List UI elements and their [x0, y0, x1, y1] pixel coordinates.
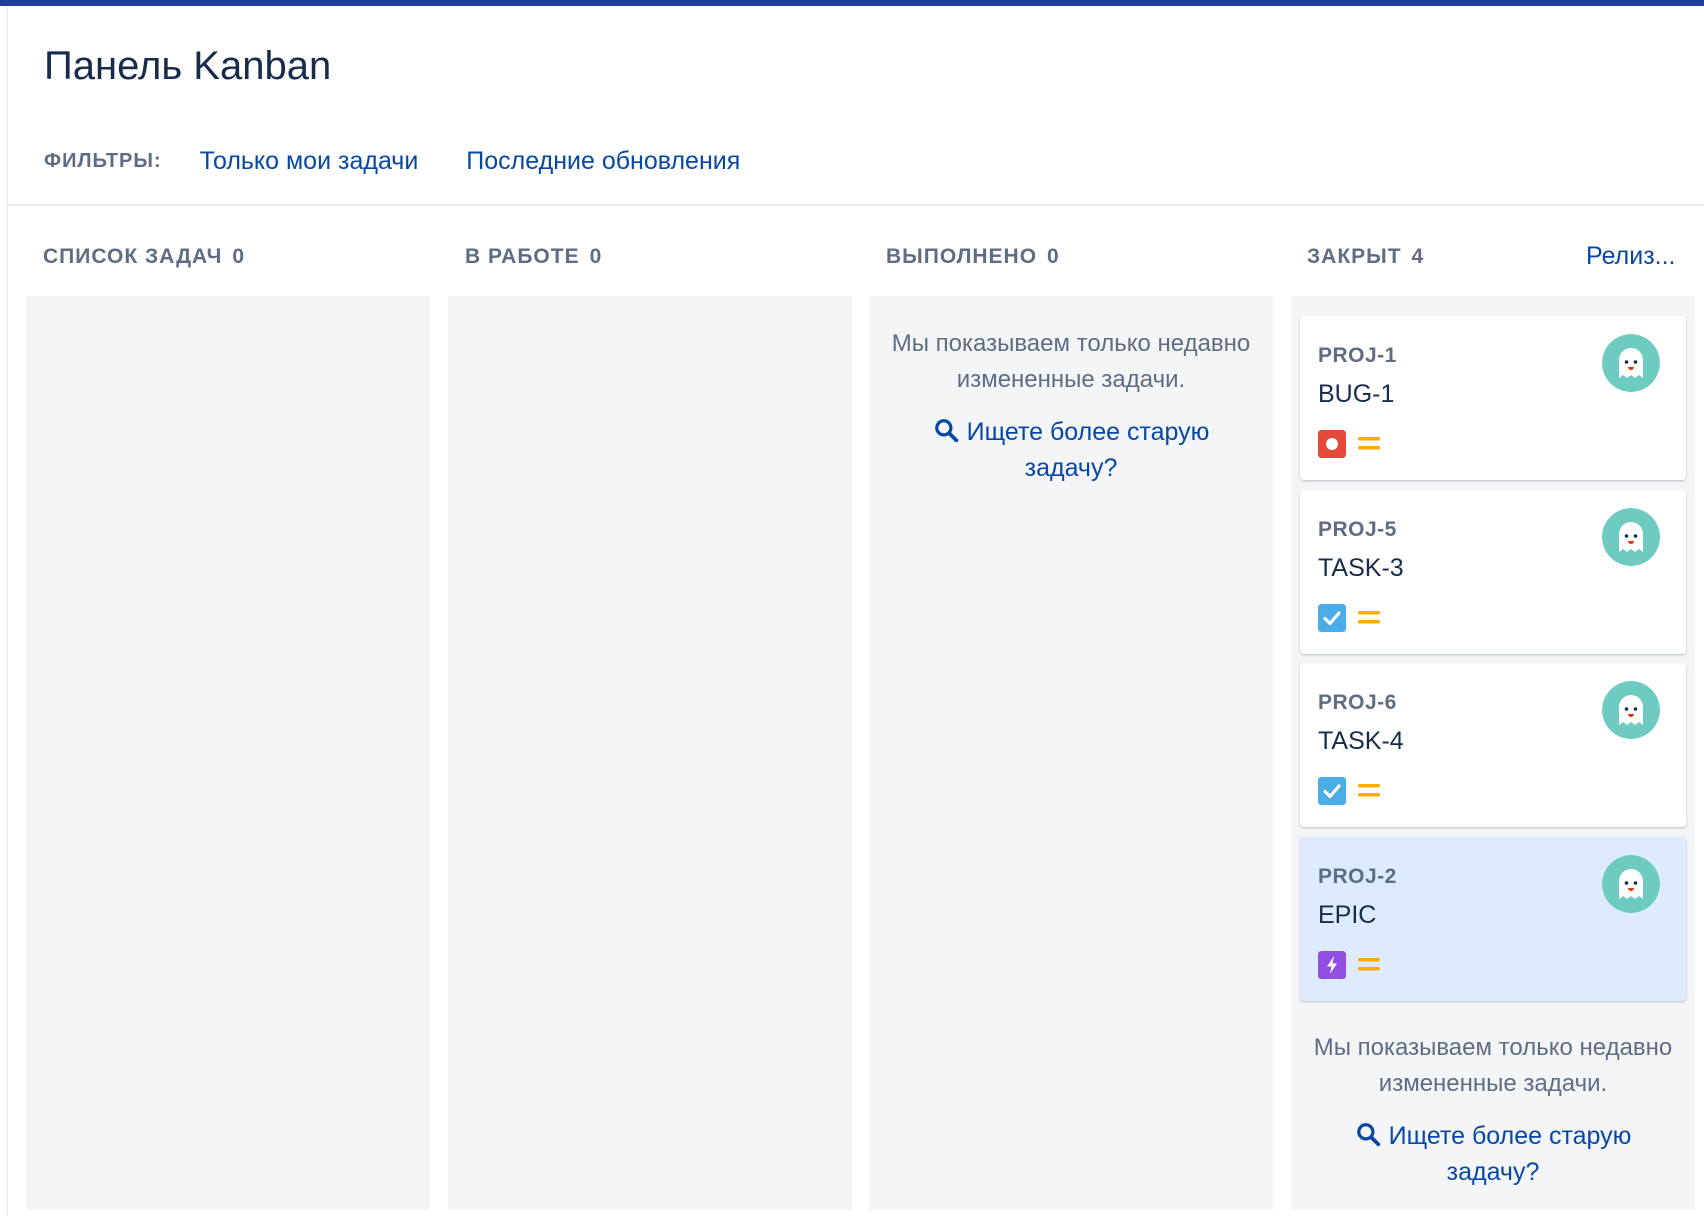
find-older-issue-link[interactable]: Ищете более старую задачу?: [1291, 1118, 1695, 1190]
assignee-avatar[interactable]: [1602, 855, 1660, 913]
column-count: 0: [1047, 245, 1060, 268]
issue-card-selected[interactable]: PROJ-2 EPIC: [1300, 837, 1686, 1001]
column-in-progress[interactable]: [448, 296, 852, 1210]
assignee-avatar[interactable]: [1602, 508, 1660, 566]
issue-key: PROJ-1: [1318, 344, 1397, 367]
column-name: СПИСОК ЗАДАЧ: [43, 245, 223, 268]
filter-only-my-issues[interactable]: Только мои задачи: [200, 147, 419, 176]
page-title: Панель Kanban: [44, 44, 332, 88]
issue-card[interactable]: PROJ-6 TASK-4: [1300, 663, 1686, 827]
column-count: 0: [232, 245, 246, 268]
issue-key: PROJ-6: [1318, 691, 1397, 714]
column-name: ВЫПОЛНЕНО: [886, 245, 1038, 268]
column-backlog[interactable]: [26, 296, 430, 1210]
column-header-done: ВЫПОЛНЕНО 0: [886, 244, 1060, 270]
issue-key: PROJ-2: [1318, 865, 1397, 888]
issue-key: PROJ-5: [1318, 518, 1397, 541]
column-name: В РАБОТЕ: [465, 245, 580, 268]
priority-medium-icon: [1358, 437, 1380, 450]
left-edge-rule: [7, 6, 8, 1216]
top-accent-bar: [0, 0, 1704, 6]
issue-card[interactable]: PROJ-5 TASK-3: [1300, 490, 1686, 654]
issue-card[interactable]: PROJ-1 BUG-1: [1300, 316, 1686, 480]
column-count: 0: [589, 245, 603, 268]
column-count: 4: [1411, 245, 1425, 268]
header-divider: [8, 204, 1704, 206]
search-icon: [934, 419, 958, 443]
issue-summary: BUG-1: [1318, 380, 1395, 408]
find-older-issue-text: Ищете более старую задачу?: [966, 418, 1210, 482]
priority-medium-icon: [1358, 784, 1380, 797]
task-icon: [1318, 604, 1346, 632]
bug-icon: [1318, 430, 1346, 458]
quick-filters: ФИЛЬТРЫ: Только мои задачи Последние обн…: [44, 146, 788, 176]
issue-summary: TASK-3: [1318, 554, 1404, 582]
column-header-in-progress: В РАБОТЕ 0: [465, 244, 602, 270]
column-header-backlog: СПИСОК ЗАДАЧ 0: [43, 244, 245, 270]
find-older-issue-text: Ищете более старую задачу?: [1388, 1122, 1632, 1186]
filter-recently-updated[interactable]: Последние обновления: [466, 147, 740, 176]
recent-issues-notice: Мы показываем только недавно измененные …: [891, 330, 1251, 393]
assignee-avatar[interactable]: [1602, 681, 1660, 739]
task-icon: [1318, 777, 1346, 805]
find-older-issue-link[interactable]: Ищете более старую задачу?: [869, 414, 1273, 486]
column-done[interactable]: Мы показываем только недавно измененные …: [869, 296, 1273, 1210]
epic-icon: [1318, 951, 1346, 979]
issue-summary: TASK-4: [1318, 727, 1404, 755]
search-icon: [1356, 1123, 1380, 1147]
priority-medium-icon: [1358, 958, 1380, 971]
filters-label: ФИЛЬТРЫ:: [44, 149, 162, 172]
column-name: ЗАКРЫТ: [1307, 245, 1402, 268]
assignee-avatar[interactable]: [1602, 334, 1660, 392]
recent-issues-notice: Мы показываем только недавно измененные …: [1313, 1034, 1673, 1097]
column-header-closed: ЗАКРЫТ 4: [1307, 244, 1424, 270]
priority-medium-icon: [1358, 611, 1380, 624]
issue-summary: EPIC: [1318, 901, 1377, 929]
release-link[interactable]: Релиз...: [1586, 242, 1676, 271]
